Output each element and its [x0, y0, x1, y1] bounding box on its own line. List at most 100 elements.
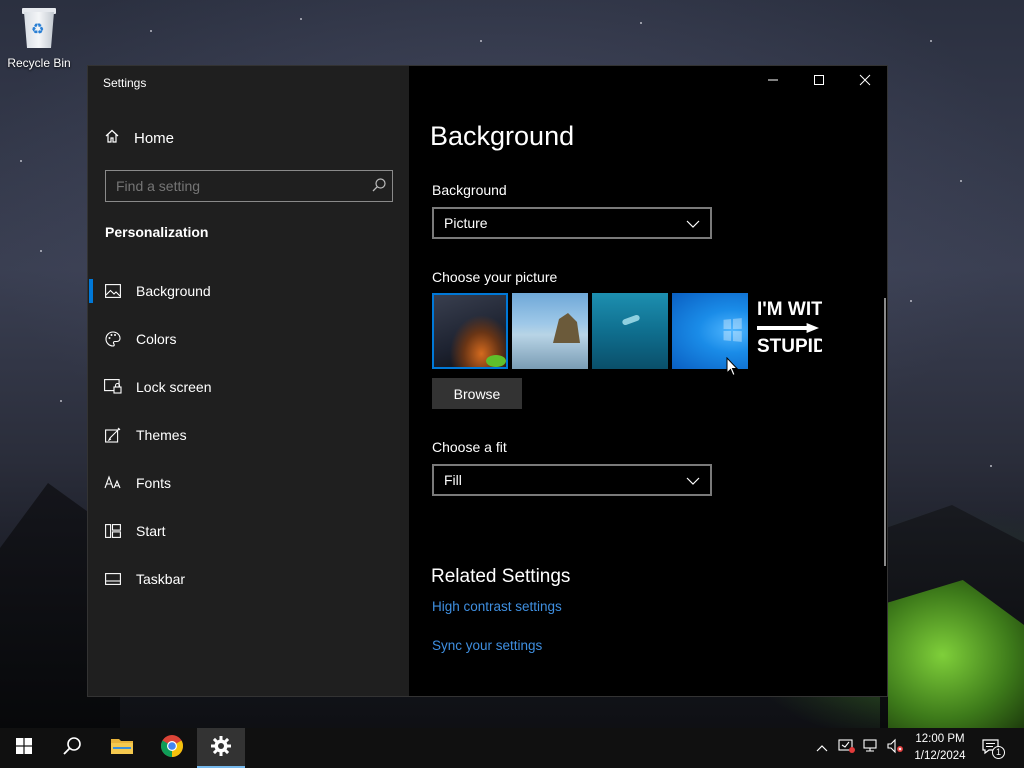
- picture-icon: [104, 282, 122, 300]
- wallpaper-star: [910, 300, 912, 302]
- sidebar-item-label: Start: [136, 523, 166, 539]
- window-title: Settings: [103, 76, 147, 90]
- sidebar-nav: Background Colors Lock screen Themes Fon…: [88, 267, 409, 603]
- sidebar-item-label: Taskbar: [136, 571, 186, 587]
- home-label: Home: [134, 129, 175, 147]
- wallpaper-star: [20, 160, 22, 162]
- start-button[interactable]: [0, 728, 48, 768]
- gear-icon: [210, 735, 232, 762]
- settings-window: Settings Home Personalization Background: [87, 65, 888, 697]
- sidebar-item-start[interactable]: Start: [88, 507, 409, 555]
- show-hidden-icons-button[interactable]: [812, 728, 832, 768]
- volume-button[interactable]: [884, 728, 906, 768]
- sidebar-item-lock-screen[interactable]: Lock screen: [88, 363, 409, 411]
- search-input[interactable]: [105, 170, 393, 202]
- settings-content: Background Background Picture Choose you…: [409, 66, 887, 696]
- sidebar-item-label: Background: [136, 283, 211, 299]
- picture-thumbnail-night-sky[interactable]: [432, 293, 508, 369]
- maximize-icon: [813, 73, 825, 91]
- network-button[interactable]: [860, 728, 882, 768]
- chevron-up-icon: [816, 739, 828, 757]
- picture-thumbnail-beach-rock[interactable]: [512, 293, 588, 369]
- folder-icon: [110, 736, 134, 761]
- themes-icon: [104, 426, 122, 444]
- home-nav-item[interactable]: Home: [104, 128, 174, 148]
- network-icon: [862, 738, 880, 759]
- start-icon: [104, 522, 122, 540]
- wallpaper-star: [930, 40, 932, 42]
- background-type-dropdown[interactable]: Picture: [432, 207, 712, 239]
- picture-thumbnail-text[interactable]: I'M WITH STUPID: [752, 293, 822, 369]
- chevron-down-icon: [686, 472, 700, 488]
- related-settings-heading: Related Settings: [431, 566, 571, 587]
- sync-settings-link[interactable]: Sync your settings: [432, 638, 542, 653]
- taskbar-icon: [104, 570, 122, 588]
- home-icon: [104, 128, 120, 148]
- recycle-bin-shortcut[interactable]: ♻ Recycle Bin: [4, 6, 74, 70]
- search-icon: [62, 736, 82, 761]
- fit-dropdown[interactable]: Fill: [432, 464, 712, 496]
- minimize-button[interactable]: [750, 66, 796, 98]
- settings-sidebar: Settings Home Personalization Background: [88, 66, 409, 696]
- recycle-bin-icon: ♻: [20, 6, 58, 50]
- background-type-label: Background: [432, 182, 507, 198]
- taskbar-chrome[interactable]: [148, 728, 196, 768]
- maximize-button[interactable]: [796, 66, 842, 98]
- taskbar-file-explorer[interactable]: [98, 728, 146, 768]
- taskbar-clock[interactable]: 12:00 PM 1/12/2024: [910, 731, 970, 765]
- security-icon: [838, 738, 856, 759]
- search-icon[interactable]: [370, 176, 388, 194]
- sidebar-item-colors[interactable]: Colors: [88, 315, 409, 363]
- minimize-icon: [767, 73, 779, 91]
- sidebar-item-label: Themes: [136, 427, 187, 443]
- choose-picture-label: Choose your picture: [432, 269, 558, 285]
- thumbnail-text-bottom: STUPID: [757, 336, 822, 357]
- action-center-button[interactable]: 1: [978, 728, 1008, 768]
- sidebar-item-fonts[interactable]: Fonts: [88, 459, 409, 507]
- sidebar-item-label: Lock screen: [136, 379, 212, 395]
- clock-time: 12:00 PM: [915, 733, 965, 745]
- taskbar: 12:00 PM 1/12/2024 1: [0, 728, 1024, 768]
- wallpaper-star: [300, 18, 302, 20]
- browse-button[interactable]: Browse: [432, 378, 522, 409]
- sidebar-item-label: Fonts: [136, 475, 172, 491]
- taskbar-settings[interactable]: [197, 728, 245, 768]
- fonts-icon: [104, 474, 122, 492]
- wallpaper-star: [640, 22, 642, 24]
- close-icon: [859, 73, 871, 91]
- wallpaper-star: [990, 465, 992, 467]
- page-title: Background: [430, 121, 575, 151]
- close-button[interactable]: [842, 66, 888, 98]
- windows-logo-icon: [16, 737, 32, 759]
- arrow-icon: [757, 323, 819, 333]
- taskbar-search-button[interactable]: [48, 728, 96, 768]
- tray-app-icon[interactable]: [836, 728, 858, 768]
- sidebar-item-themes[interactable]: Themes: [88, 411, 409, 459]
- sidebar-item-background[interactable]: Background: [88, 267, 409, 315]
- clock-date: 1/12/2024: [914, 750, 966, 762]
- choose-fit-label: Choose a fit: [432, 439, 507, 455]
- sidebar-item-label: Colors: [136, 331, 177, 347]
- thumbnail-text-top: I'M WITH: [757, 299, 822, 320]
- notification-icon: 1: [982, 738, 1005, 759]
- volume-muted-icon: [886, 738, 904, 759]
- wallpaper-star: [40, 250, 42, 252]
- wallpaper-star: [960, 180, 962, 182]
- wallpaper-star: [150, 30, 152, 32]
- picture-thumbnails: I'M WITH STUPID: [432, 293, 822, 369]
- sidebar-item-taskbar[interactable]: Taskbar: [88, 555, 409, 603]
- chevron-down-icon: [686, 215, 700, 231]
- high-contrast-settings-link[interactable]: High contrast settings: [432, 599, 562, 614]
- lock-screen-icon: [104, 378, 122, 396]
- dropdown-value: Picture: [444, 215, 488, 231]
- palette-icon: [104, 330, 122, 348]
- picture-thumbnail-underwater[interactable]: [592, 293, 668, 369]
- dropdown-value: Fill: [444, 472, 462, 488]
- scrollbar[interactable]: [884, 298, 886, 566]
- wallpaper-star: [60, 400, 62, 402]
- mouse-cursor-icon: [726, 356, 739, 382]
- chrome-icon: [160, 734, 184, 763]
- section-heading-personalization: Personalization: [105, 224, 209, 240]
- wallpaper-star: [480, 40, 482, 42]
- notification-count-badge: 1: [992, 746, 1005, 759]
